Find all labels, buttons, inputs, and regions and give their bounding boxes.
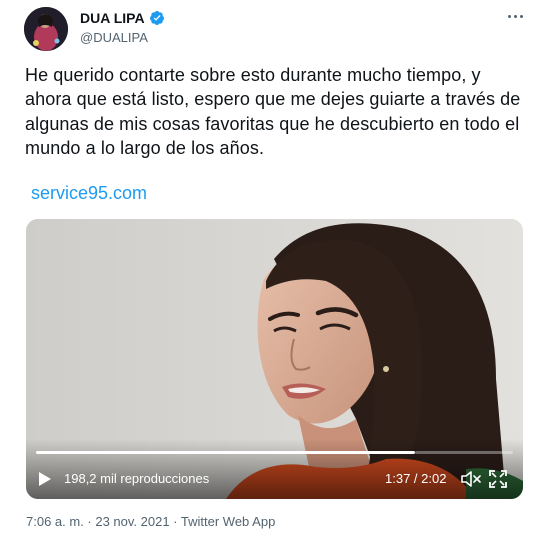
verified-badge-icon xyxy=(149,11,164,25)
tweet-text: He querido contarte sobre esto durante m… xyxy=(25,65,521,159)
author-display-name[interactable]: DUA LIPA xyxy=(80,10,145,26)
video-progress-bar[interactable] xyxy=(36,451,415,454)
avatar[interactable] xyxy=(24,7,68,51)
fullscreen-icon[interactable] xyxy=(488,469,508,489)
play-icon[interactable] xyxy=(38,471,52,487)
tweet-timestamp[interactable]: 7:06 a. m. · 23 nov. 2021 · Twitter Web … xyxy=(26,514,275,529)
author-name-row[interactable]: DUA LIPA xyxy=(80,10,165,26)
video-progress-remaining[interactable] xyxy=(415,451,513,454)
author-handle[interactable]: @DUALIPA xyxy=(80,30,148,45)
tweet-link[interactable]: service95.com xyxy=(31,183,147,204)
video-player[interactable]: 198,2 mil reproducciones 1:37 / 2:02 xyxy=(26,219,523,499)
tweet-card: DUA LIPA @DUALIPA He querido contarte so… xyxy=(0,0,543,537)
video-view-count: 198,2 mil reproducciones xyxy=(64,471,210,486)
video-time: 1:37 / 2:02 xyxy=(385,471,447,486)
volume-muted-icon[interactable] xyxy=(460,469,482,489)
more-options-icon[interactable] xyxy=(505,10,527,24)
avatar-image xyxy=(24,7,68,51)
video-controls-overlay xyxy=(26,439,523,499)
